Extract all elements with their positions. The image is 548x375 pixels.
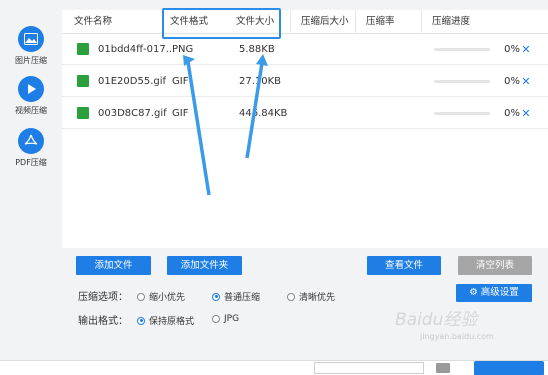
folder-icon[interactable] (436, 363, 450, 373)
controls-area: 添加文件 添加文件夹 查看文件 清空列表 压缩选项： 缩小优先 普通压缩 清晰优… (62, 248, 548, 360)
table-row[interactable]: 01E20D55.gif GIF 27.10KB 0% ✕ (62, 66, 548, 97)
file-name: 01E20D55.gif (98, 76, 167, 87)
column-header-compressed-size: 压缩后大小 (290, 10, 349, 34)
radio-dot (137, 292, 145, 301)
remove-icon[interactable]: ✕ (520, 66, 532, 97)
file-name: 003D8C87.gif (98, 108, 167, 119)
output-path-input[interactable] (314, 362, 424, 374)
radio-jpg[interactable]: JPG (212, 314, 239, 324)
watermark-logo: Baidu经验 (395, 310, 478, 330)
column-header-name: 文件名称 (74, 16, 113, 27)
radio-dot (287, 292, 295, 301)
remove-icon[interactable]: ✕ (520, 34, 532, 65)
compress-options-label: 压缩选项： (78, 292, 128, 303)
radio-dot-selected (137, 316, 145, 325)
sidebar-item-label: 图片压缩 (15, 56, 47, 65)
sidebar-item-pdf[interactable]: PDF压缩 (0, 128, 62, 168)
clear-list-button[interactable]: 清空列表 (458, 256, 532, 275)
file-list-panel: 文件名称 文件格式 文件大小 压缩后大小 压缩率 压缩进度 01bdd4ff-0… (62, 10, 548, 248)
add-folder-button[interactable]: 添加文件夹 (167, 256, 242, 275)
sidebar-item-label: PDF压缩 (15, 158, 47, 167)
output-format-label: 输出格式： (78, 316, 128, 327)
view-file-button[interactable]: 查看文件 (367, 256, 441, 275)
output-bar (0, 360, 548, 375)
play-icon (18, 76, 44, 102)
progress-percent: 0% (504, 76, 520, 87)
image-file-icon (77, 107, 89, 119)
add-file-button[interactable]: 添加文件 (76, 256, 151, 275)
radio-normal-compress[interactable]: 普通压缩 (212, 290, 260, 303)
highlight-box (162, 8, 281, 39)
radio-smaller-first[interactable]: 缩小优先 (137, 290, 185, 303)
progress-percent: 0% (504, 108, 520, 119)
gear-icon: ⚙ (469, 287, 481, 298)
progress-bar (434, 48, 490, 51)
image-file-icon (77, 43, 89, 55)
table-row[interactable]: 01bdd4ff-017... PNG 5.88KB 0% ✕ (62, 34, 548, 65)
start-compress-button[interactable] (474, 361, 544, 375)
remove-icon[interactable]: ✕ (520, 98, 532, 129)
column-header-ratio: 压缩率 (355, 10, 395, 34)
advanced-settings-button[interactable]: ⚙ 高级设置 (456, 284, 532, 302)
progress-bar (434, 112, 490, 115)
pdf-icon (18, 128, 44, 154)
file-format: GIF (172, 76, 189, 87)
file-size: 27.10KB (239, 76, 282, 87)
watermark-url: jingyan.baidu.com (420, 332, 494, 341)
radio-keep-format[interactable]: 保持原格式 (137, 314, 194, 327)
image-icon (18, 26, 44, 52)
image-file-icon (77, 75, 89, 87)
progress-bar (434, 80, 490, 83)
radio-dot-selected (212, 292, 220, 301)
sidebar-item-video[interactable]: 视频压缩 (0, 76, 62, 116)
table-header: 文件名称 文件格式 文件大小 压缩后大小 压缩率 压缩进度 (62, 10, 548, 34)
file-format: GIF (172, 108, 189, 119)
radio-dot (212, 315, 220, 323)
file-size: 446.84KB (239, 108, 288, 119)
sidebar-item-image[interactable]: 图片压缩 (0, 26, 62, 66)
column-header-progress: 压缩进度 (421, 10, 470, 34)
sidebar: 图片压缩 视频压缩 PDF压缩 (0, 0, 62, 375)
table-row[interactable]: 003D8C87.gif GIF 446.84KB 0% ✕ (62, 98, 548, 129)
progress-percent: 0% (504, 44, 520, 55)
sidebar-item-label: 视频压缩 (15, 106, 47, 115)
radio-clarity-first[interactable]: 清晰优先 (287, 290, 335, 303)
